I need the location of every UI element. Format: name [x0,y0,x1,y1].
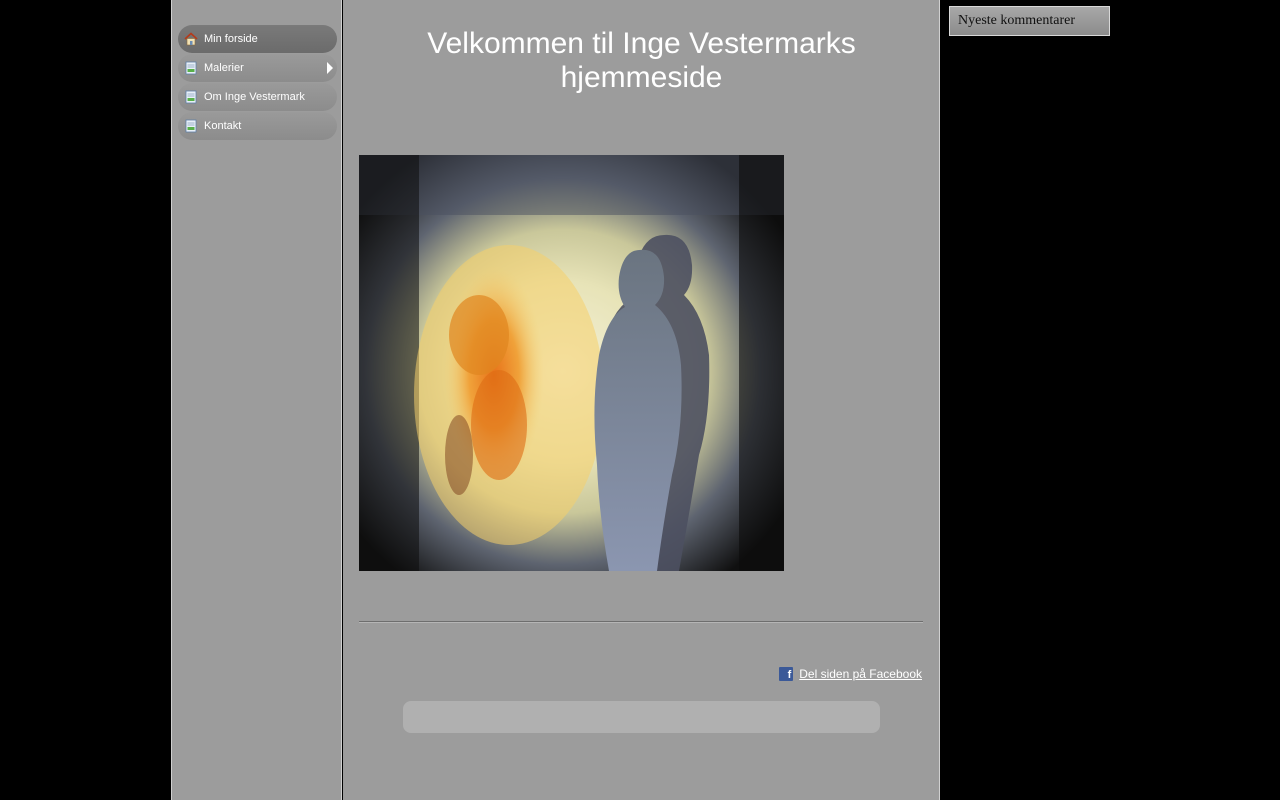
page-title-line-1: Velkommen til Inge Vestermarks [427,27,856,60]
page-icon [184,61,198,75]
page-title-line-2: hjemmeside [560,61,723,94]
nav-item-malerier[interactable]: Malerier [178,54,337,82]
facebook-share: f Del siden på Facebook [779,667,922,681]
main-content: Velkommen til Inge Vestermarks hjemmesid… [343,0,940,800]
latest-comments-title: Nyeste kommentarer [958,13,1076,28]
main-nav: Min forside Malerier Om Inge Vestermark … [178,25,337,141]
submenu-arrow-icon [327,62,333,74]
nav-item-label: Malerier [204,62,244,74]
facebook-share-link[interactable]: Del siden på Facebook [799,667,922,681]
latest-comments-header: Nyeste kommentarer [949,6,1110,36]
nav-item-label: Om Inge Vestermark [204,91,305,103]
nav-item-min-forside[interactable]: Min forside [178,25,337,53]
home-icon [184,32,198,46]
nav-item-label: Kontakt [204,120,242,132]
page-icon [184,119,198,133]
facebook-icon: f [779,667,794,681]
left-sidebar: Min forside Malerier Om Inge Vestermark … [171,0,342,800]
nav-item-kontakt[interactable]: Kontakt [178,112,337,140]
page-icon [184,90,198,104]
page-title: Velkommen til Inge Vestermarks hjemmesid… [343,27,940,95]
nav-item-label: Min forside [204,33,258,45]
painting-image [359,155,784,571]
divider [359,621,923,623]
nav-item-om-inge-vestermark[interactable]: Om Inge Vestermark [178,83,337,111]
footer-bar [403,701,880,733]
